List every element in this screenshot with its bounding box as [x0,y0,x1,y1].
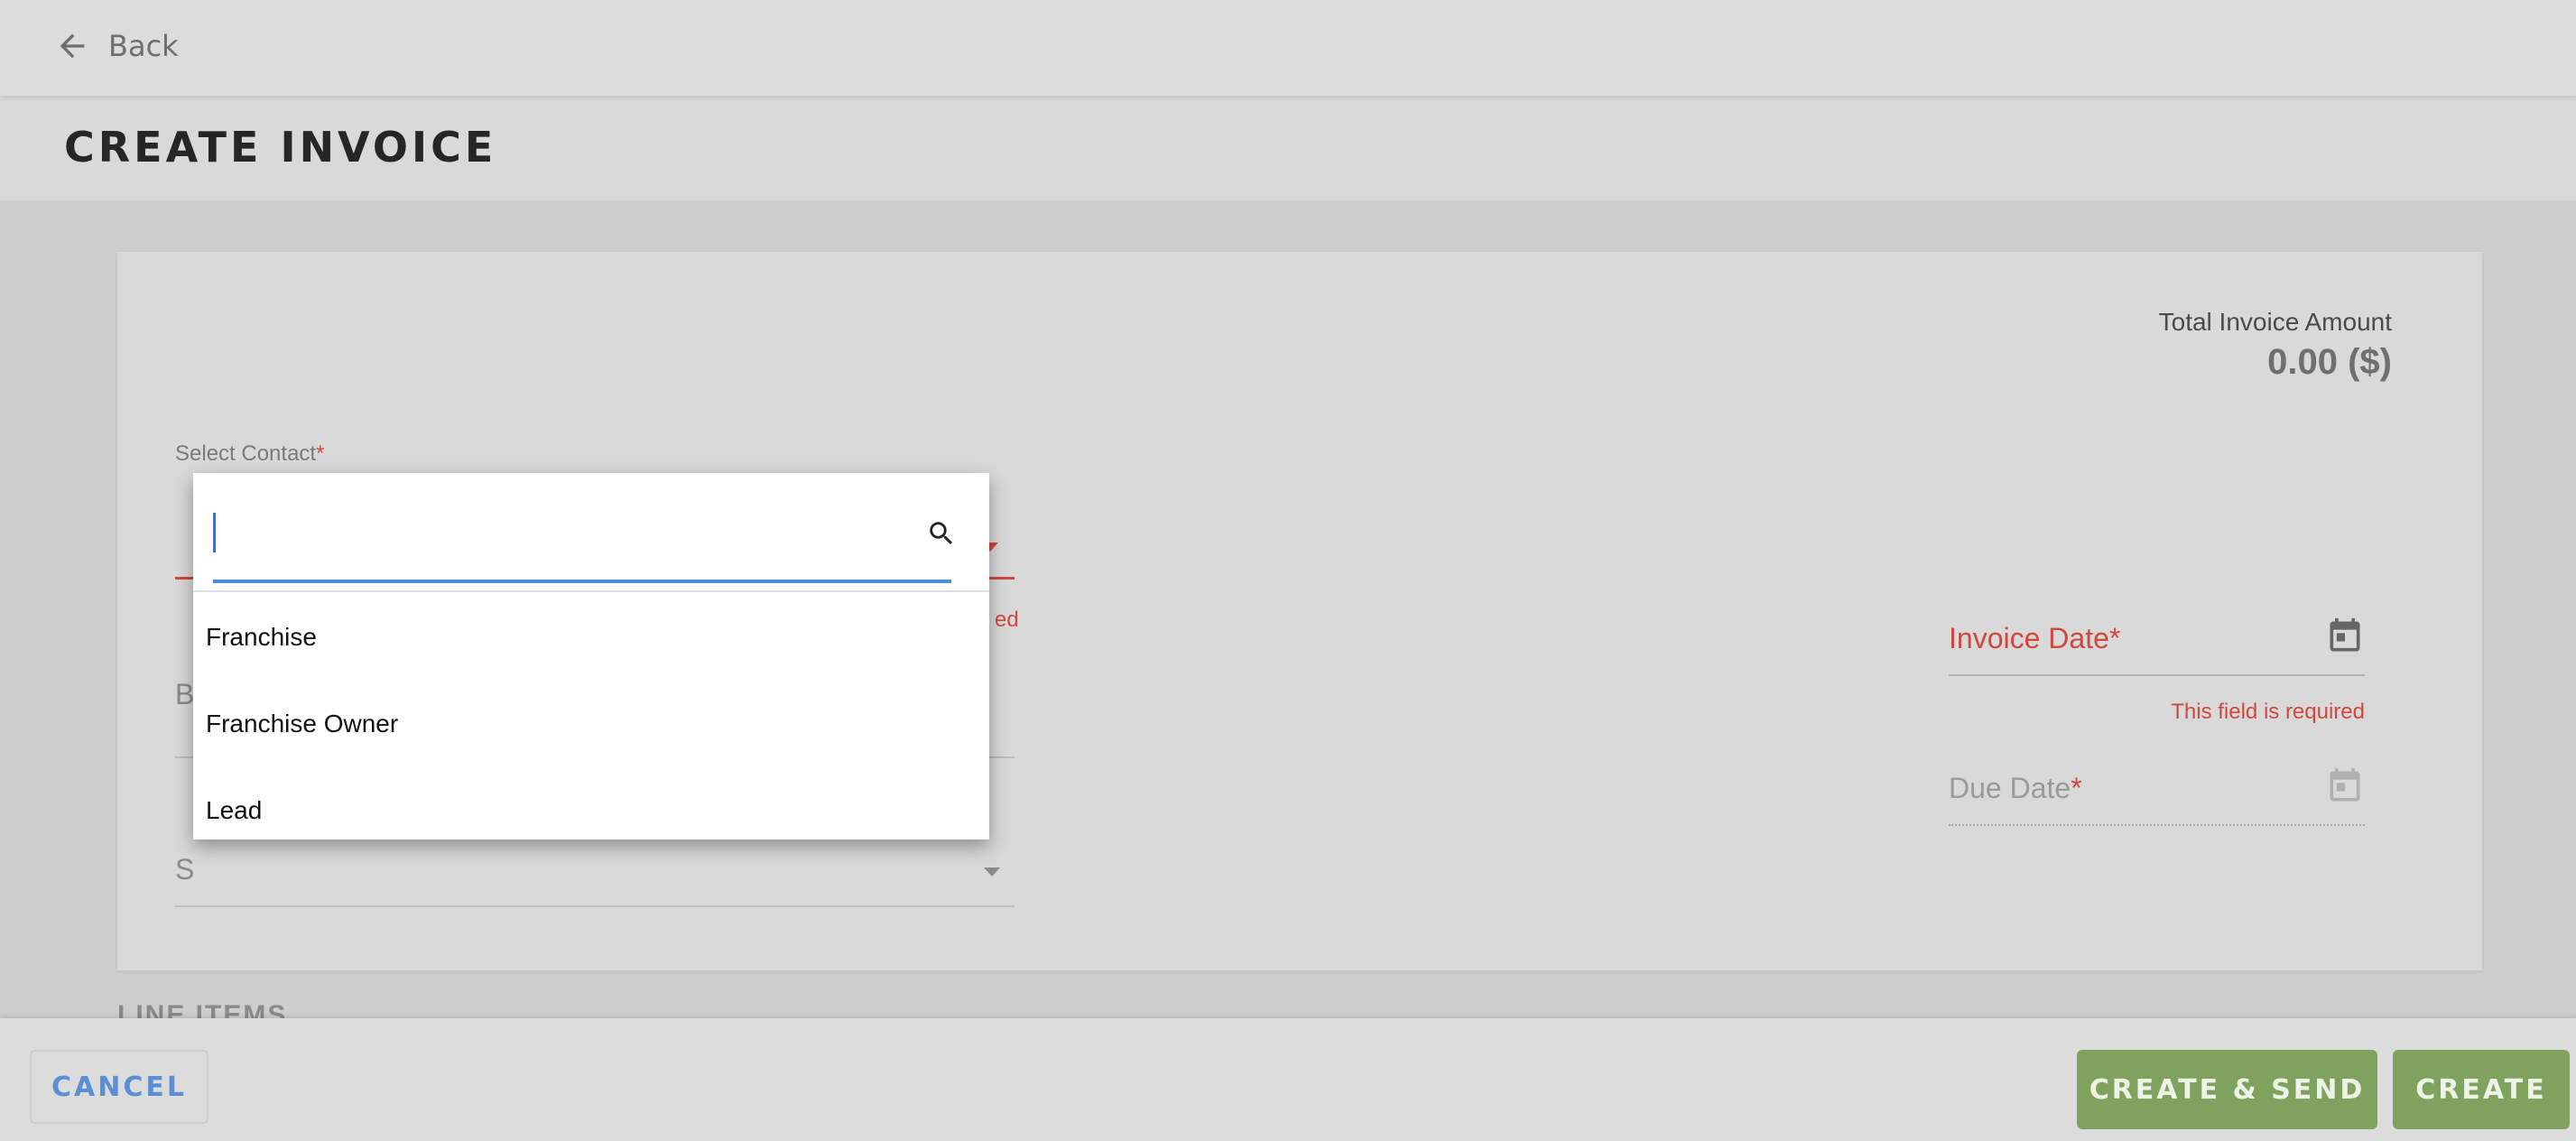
second-select-underline [175,905,1015,907]
back-label: Back [108,29,179,63]
select-contact-error: ed [995,608,1019,632]
dropdown-search-area [193,473,989,592]
title-bar: CREATE INVOICE [0,96,2576,200]
contact-type-dropdown: Franchise Franchise Owner Lead [193,473,989,840]
dropdown-option-lead[interactable]: Lead [193,767,989,854]
top-bar: Back [0,0,2576,96]
dropdown-search-underline [213,580,951,583]
calendar-icon[interactable] [2325,766,2365,806]
invoice-date-error: This field is required [2171,700,2365,724]
arrow-left-icon [60,33,85,59]
bottom-action-bar: CANCEL CREATE & SEND CREATE [0,1018,2576,1141]
dropdown-option-franchise[interactable]: Franchise [193,594,989,681]
dropdown-search-input[interactable] [213,509,926,556]
create-button[interactable]: CREATE [2393,1050,2570,1129]
select-contact-label: Select Contact* [175,441,325,466]
page-title: CREATE INVOICE [64,123,497,172]
invoice-date-underline [1949,674,2365,676]
dropdown-options-list: Franchise Franchise Owner Lead [193,594,989,854]
due-date-field[interactable]: Due Date* [1949,765,2365,826]
search-icon [930,522,953,545]
due-date-underline [1949,824,2365,826]
text-caret [213,513,216,552]
dropdown-option-franchise-owner[interactable]: Franchise Owner [193,681,989,767]
due-date-label: Due Date* [1949,772,2082,804]
create-and-send-button[interactable]: CREATE & SEND [2077,1050,2377,1129]
total-invoice-amount-value: 0.00 ($) [2267,342,2392,382]
calendar-icon[interactable] [2325,617,2365,656]
back-button[interactable]: Back [54,23,179,69]
cancel-button[interactable]: CANCEL [30,1050,208,1124]
second-select-arrow-icon[interactable] [984,867,1000,877]
total-invoice-amount-label: Total Invoice Amount [2158,308,2392,336]
invoice-date-field[interactable]: Invoice Date* [1949,615,2365,676]
billing-field-label[interactable]: B [175,678,194,711]
invoice-date-label: Invoice Date* [1949,622,2121,654]
second-select-label[interactable]: S [175,853,194,886]
